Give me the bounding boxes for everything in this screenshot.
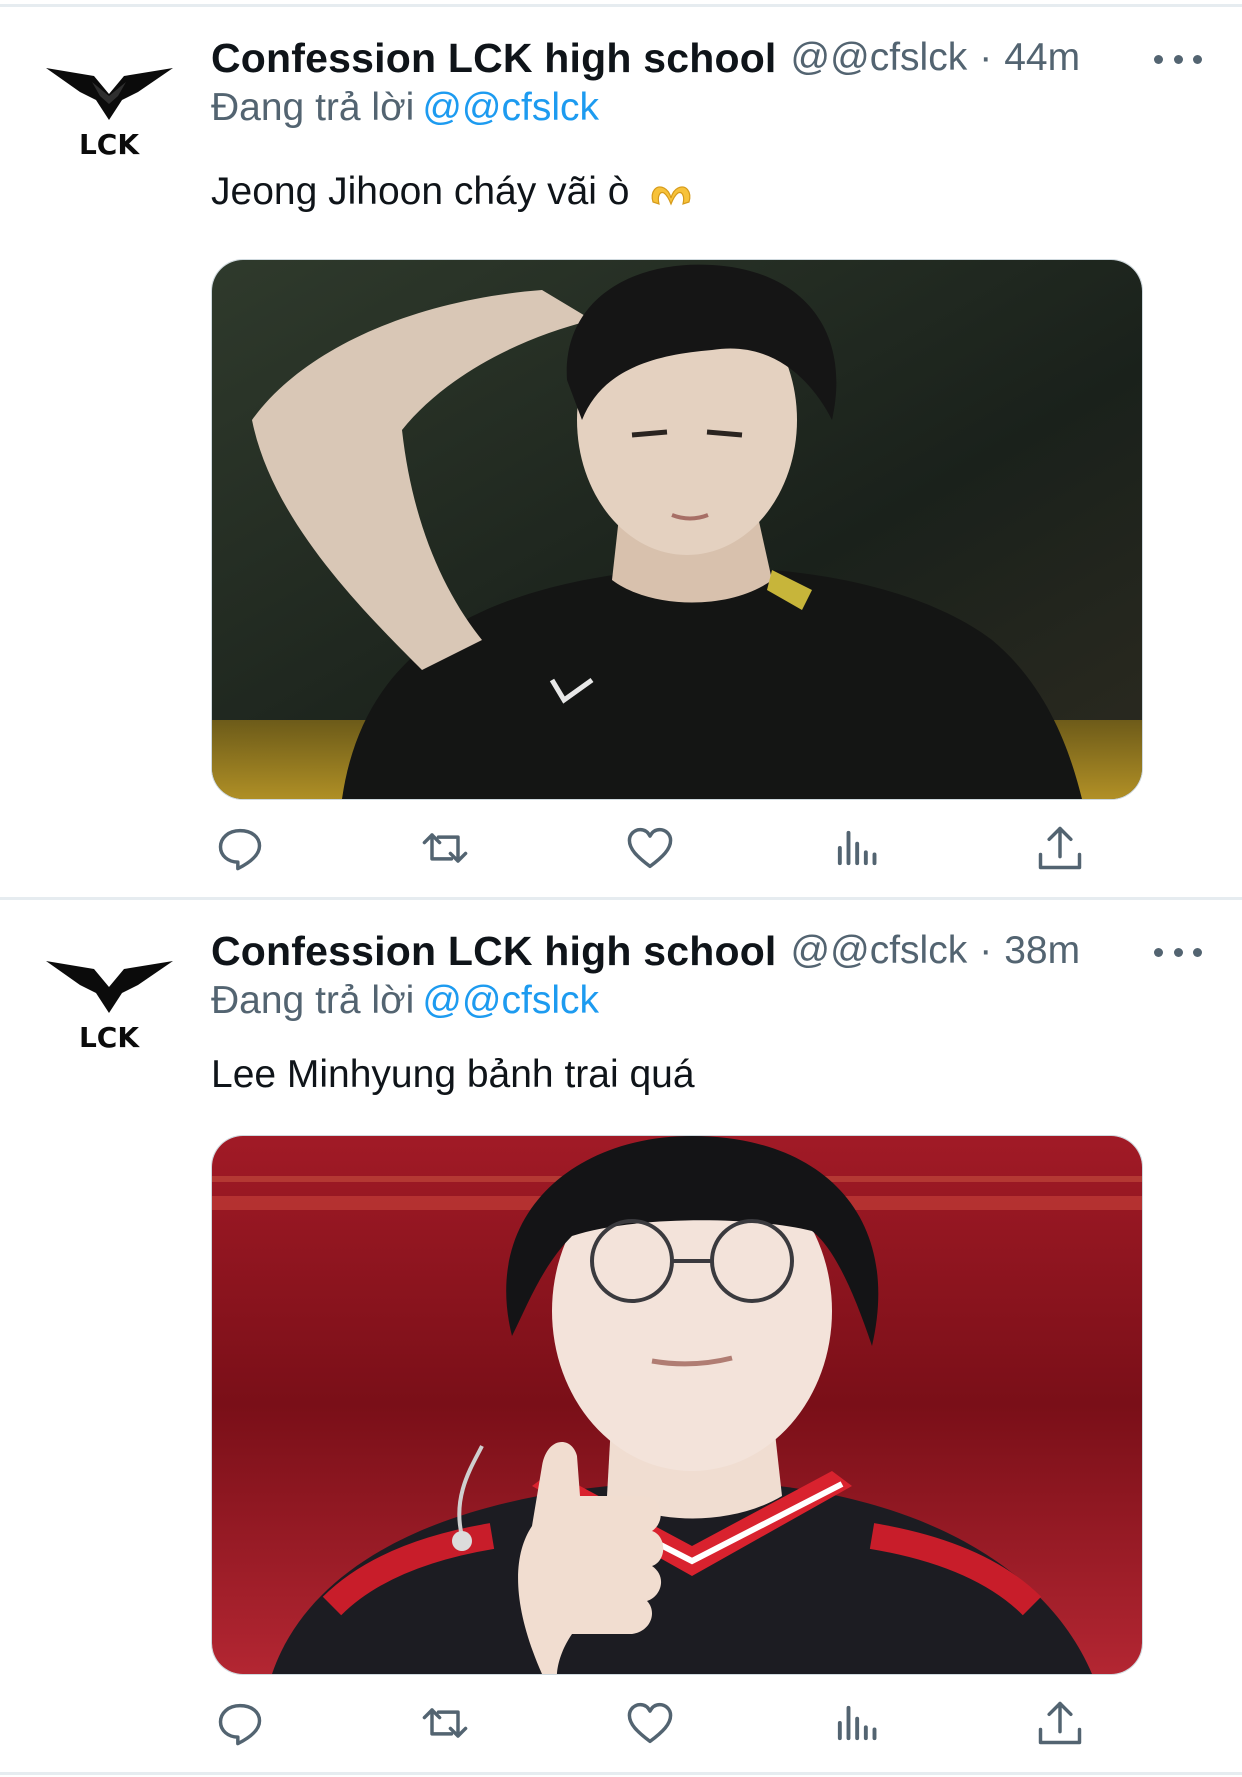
lck-logo-avatar[interactable]: LCK: [42, 955, 177, 1055]
tweet-text-content: Jeong Jihoon cháy vãi ò: [211, 170, 630, 213]
reply-mention-link[interactable]: @@cfslck: [422, 86, 599, 129]
heart-hands-emoji-icon: [651, 186, 691, 206]
svg-text:LCK: LCK: [79, 128, 140, 161]
replying-to: Đang trả lời @@cfslck: [211, 86, 599, 130]
lck-logo-avatar[interactable]: LCK: [42, 62, 177, 162]
share-icon[interactable]: [1030, 818, 1090, 878]
reply-icon[interactable]: [210, 1693, 270, 1753]
retweet-icon[interactable]: [415, 818, 475, 878]
author-handle[interactable]: @@cfslck: [791, 36, 968, 80]
bottom-divider: [0, 1772, 1242, 1775]
tweet-1[interactable]: LCK Confession LCK high school @@cfslck …: [0, 0, 1242, 900]
tweet-photo[interactable]: [211, 1135, 1143, 1675]
author-name[interactable]: Confession LCK high school: [211, 35, 777, 82]
like-icon[interactable]: [620, 1693, 680, 1753]
tweet-time[interactable]: 38m: [1004, 929, 1080, 973]
tweet-text: Lee Minhyung bảnh trai quá: [211, 1053, 695, 1097]
views-icon[interactable]: [825, 1693, 885, 1753]
author-name[interactable]: Confession LCK high school: [211, 928, 777, 975]
replying-to: Đang trả lời @@cfslck: [211, 979, 599, 1023]
tweet-text: Jeong Jihoon cháy vãi ò: [211, 170, 692, 214]
author-handle[interactable]: @@cfslck: [791, 929, 968, 973]
tweet-actions: [210, 1693, 1090, 1753]
tweet-actions: [210, 818, 1090, 878]
share-icon[interactable]: [1030, 1693, 1090, 1753]
more-options-icon[interactable]: [1154, 39, 1202, 79]
svg-text:LCK: LCK: [79, 1021, 140, 1054]
tweet-photo[interactable]: [211, 259, 1143, 800]
separator-dot: ·: [979, 36, 993, 79]
more-options-icon[interactable]: [1154, 932, 1202, 972]
reply-icon[interactable]: [210, 818, 270, 878]
tweet-2[interactable]: LCK Confession LCK high school @@cfslck …: [0, 893, 1242, 1773]
replying-label: Đang trả lời: [211, 979, 415, 1022]
replying-label: Đang trả lời: [211, 86, 415, 129]
like-icon[interactable]: [620, 818, 680, 878]
separator-dot: ·: [979, 929, 993, 972]
tweet-header: Confession LCK high school @@cfslck · 44…: [211, 33, 1202, 83]
views-icon[interactable]: [825, 818, 885, 878]
tweet-text-content: Lee Minhyung bảnh trai quá: [211, 1053, 695, 1096]
tweet-time[interactable]: 44m: [1004, 36, 1080, 80]
retweet-icon[interactable]: [415, 1693, 475, 1753]
tweet-header: Confession LCK high school @@cfslck · 38…: [211, 926, 1202, 976]
reply-mention-link[interactable]: @@cfslck: [422, 979, 599, 1022]
